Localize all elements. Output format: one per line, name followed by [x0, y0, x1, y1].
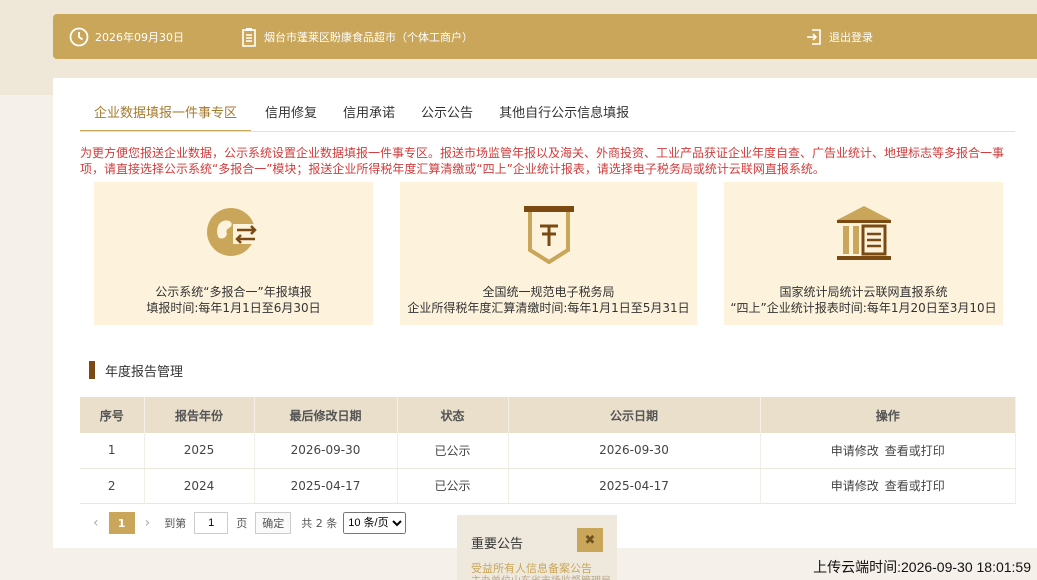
cell-no: 2	[80, 468, 145, 504]
cell-status: 已公示	[397, 433, 509, 469]
cell-published: 2026-09-30	[508, 433, 761, 469]
cell-actions: 申请修改 查看或打印	[760, 433, 1016, 469]
prev-page-button[interactable]: ‹	[93, 515, 99, 531]
notice-text: 为更方便您报送企业数据，公示系统设置企业数据填报一件事专区。报送市场监管年报以及…	[80, 146, 1005, 176]
service-title: 国家统计局统计云联网直报系统	[779, 285, 948, 299]
tax-icon	[518, 202, 580, 267]
column-header: 状态	[397, 397, 509, 433]
column-header: 报告年份	[144, 397, 255, 433]
column-header: 最后修改日期	[254, 397, 398, 433]
cell-year: 2025	[144, 433, 255, 469]
table-row: 1 2025 2026-09-30 已公示 2026-09-30 申请修改 查看或…	[80, 433, 1016, 469]
table-header-row: 序号 报告年份 最后修改日期 状态 公示日期 操作	[80, 397, 1016, 433]
annual-report-table: 序号 报告年份 最后修改日期 状态 公示日期 操作 1 2025 2026-09…	[80, 397, 1016, 504]
request-modify-link[interactable]: 申请修改	[831, 479, 879, 493]
tab-data-reporting[interactable]: 企业数据填报一件事专区	[80, 102, 252, 132]
cell-actions: 申请修改 查看或打印	[760, 468, 1016, 504]
company-display: 烟台市蓬莱区盼康食品超市（个体工商户）	[240, 14, 473, 59]
logout-button[interactable]: 退出登录	[805, 14, 873, 59]
tab-credit-commitment[interactable]: 信用承诺	[343, 102, 395, 132]
section-title-text: 年度报告管理	[105, 364, 184, 380]
table-row: 2 2024 2025-04-17 已公示 2025-04-17 申请修改 查看或…	[80, 468, 1016, 504]
service-period: 填报时间:每年1月1日至6月30日	[146, 301, 321, 315]
date-display: 2026年09月30日	[69, 14, 184, 59]
tab-announcements[interactable]: 公示公告	[421, 102, 473, 132]
popup-sponsor: 主办单位山东省市场监督管理局	[471, 572, 611, 580]
cell-status: 已公示	[397, 468, 509, 504]
announcement-popup: 重要公告 ✖ 受益所有人信息备案公告 主办单位山东省市场监督管理局	[457, 515, 617, 580]
section-marker	[89, 361, 95, 379]
goto-page-input[interactable]	[194, 512, 229, 534]
current-date: 2026年09月30日	[95, 30, 184, 44]
building-icon	[240, 27, 258, 47]
upload-time: 上传云端时间:2026-09-30 18:01:59	[813, 559, 1031, 575]
cell-no: 1	[80, 433, 145, 469]
cell-modified: 2026-09-30	[254, 433, 398, 469]
service-title: 公示系统“多报合一”年报填报	[155, 285, 312, 299]
tab-bar: 企业数据填报一件事专区 信用修复 信用承诺 公示公告 其他自行公示信息填报	[80, 102, 655, 132]
company-name: 烟台市蓬莱区盼康食品超市（个体工商户）	[264, 30, 473, 44]
section-title: 年度报告管理	[89, 361, 184, 380]
service-card-tax-bureau[interactable]: 全国统一规范电子税务局 企业所得税年度汇算清缴时间:每年1月1日至5月31日	[400, 182, 697, 325]
tab-credit-repair[interactable]: 信用修复	[265, 102, 317, 132]
service-period: “四上”企业统计报表时间:每年1月20日至3月10日	[730, 301, 997, 315]
exchange-icon	[203, 202, 265, 267]
government-building-icon	[833, 202, 895, 267]
goto-label: 到第	[164, 517, 187, 530]
service-card-statistics[interactable]: 国家统计局统计云联网直报系统 “四上”企业统计报表时间:每年1月20日至3月10…	[724, 182, 1003, 325]
service-card-annual-report[interactable]: 公示系统“多报合一”年报填报 填报时间:每年1月1日至6月30日	[94, 182, 373, 325]
service-title: 全国统一规范电子税务局	[482, 285, 615, 299]
request-modify-link[interactable]: 申请修改	[831, 444, 879, 458]
clock-icon	[69, 27, 89, 47]
view-print-link[interactable]: 查看或打印	[885, 479, 945, 493]
column-header: 公示日期	[508, 397, 761, 433]
tab-other-disclosure[interactable]: 其他自行公示信息填报	[499, 102, 629, 132]
column-header: 序号	[80, 397, 145, 433]
top-bar: 2026年09月30日 烟台市蓬莱区盼康食品超市（个体工商户） 退出登录	[53, 14, 1037, 59]
next-page-button[interactable]: ›	[145, 515, 151, 531]
main-card: 企业数据填报一件事专区 信用修复 信用承诺 公示公告 其他自行公示信息填报 为更…	[53, 78, 1037, 548]
pagination: ‹ 1 › 到第 页 确定 共 2 条 10 条/页	[93, 511, 407, 535]
confirm-button[interactable]: 确定	[255, 512, 292, 534]
view-print-link[interactable]: 查看或打印	[885, 444, 945, 458]
page-size-select[interactable]: 10 条/页	[343, 512, 407, 534]
popup-title: 重要公告	[471, 537, 524, 552]
service-period: 企业所得税年度汇算清缴时间:每年1月1日至5月31日	[407, 301, 690, 315]
column-header: 操作	[760, 397, 1016, 433]
current-page[interactable]: 1	[108, 512, 135, 534]
logout-icon	[805, 28, 823, 46]
page-unit-label: 页	[236, 517, 248, 530]
tab-divider	[80, 131, 1015, 132]
close-icon[interactable]: ✖	[577, 528, 603, 552]
logout-label: 退出登录	[829, 30, 873, 44]
cell-published: 2025-04-17	[508, 468, 761, 504]
cell-modified: 2025-04-17	[254, 468, 398, 504]
total-count: 共 2 条	[301, 517, 338, 530]
cell-year: 2024	[144, 468, 255, 504]
